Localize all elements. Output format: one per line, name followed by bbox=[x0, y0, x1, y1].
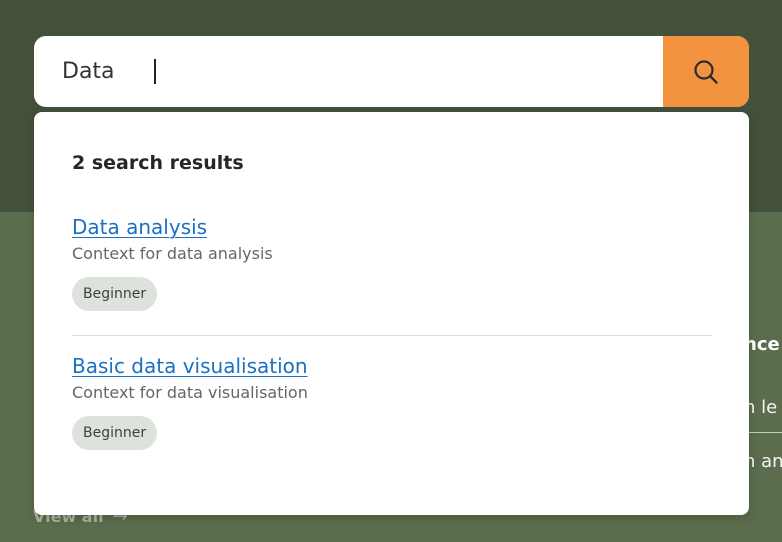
text-cursor bbox=[154, 59, 156, 84]
search-button[interactable] bbox=[663, 36, 749, 107]
background-text-fragment: n an bbox=[744, 451, 782, 472]
level-badge: Beginner bbox=[72, 416, 158, 450]
search-result-item: Basic data visualisation Context for dat… bbox=[72, 354, 712, 450]
result-context: Context for data visualisation bbox=[72, 383, 308, 402]
level-badge: Beginner bbox=[72, 277, 158, 311]
result-divider bbox=[72, 335, 712, 336]
result-context: Context for data analysis bbox=[72, 244, 273, 263]
search-input[interactable] bbox=[34, 36, 660, 107]
background-heading-fragment: nce bbox=[744, 334, 780, 355]
background-divider bbox=[744, 432, 782, 433]
result-title-link[interactable]: Basic data visualisation bbox=[72, 354, 712, 378]
search-results-dropdown: 2 search results Data analysis Context f… bbox=[34, 112, 749, 515]
result-title-link[interactable]: Data analysis bbox=[72, 215, 712, 239]
search-result-item: Data analysis Context for data analysis … bbox=[72, 215, 712, 311]
search-icon bbox=[694, 59, 718, 84]
search-bar bbox=[34, 36, 749, 107]
results-count: 2 search results bbox=[72, 152, 244, 174]
